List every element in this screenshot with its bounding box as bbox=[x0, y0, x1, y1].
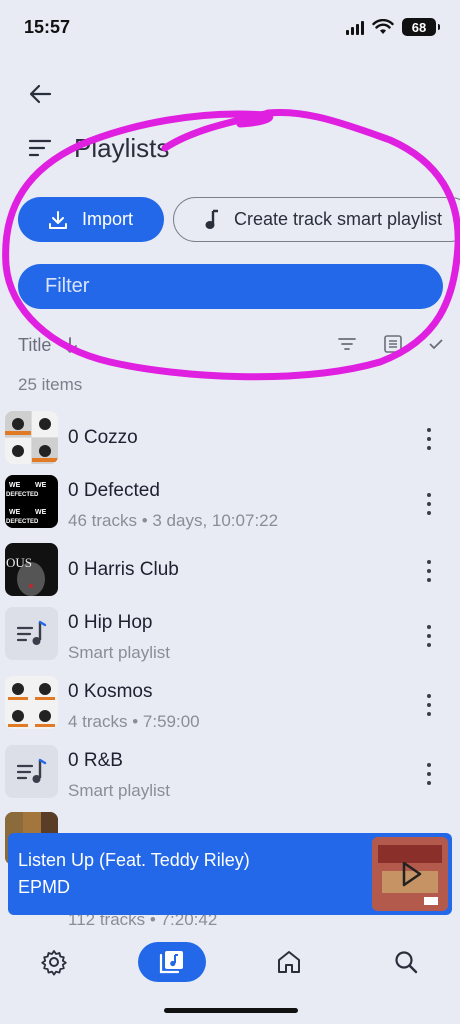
more-vert-icon[interactable] bbox=[422, 493, 436, 515]
filter-placeholder: Filter bbox=[45, 275, 90, 297]
gear-icon bbox=[41, 950, 67, 976]
list-item[interactable]: OUS 0 Harris Club bbox=[0, 542, 460, 598]
playlist-artwork bbox=[5, 411, 58, 464]
create-smart-playlist-button[interactable]: Create track smart playlist bbox=[173, 197, 460, 242]
import-button-label: Import bbox=[82, 209, 134, 229]
svg-text:WE: WE bbox=[35, 482, 47, 489]
playlist-subtitle: Smart playlist bbox=[68, 643, 171, 662]
now-playing-artist: EPMD bbox=[18, 877, 71, 897]
svg-text:WE: WE bbox=[9, 509, 21, 516]
list-view-icon[interactable] bbox=[383, 334, 403, 354]
back-arrow-icon[interactable] bbox=[26, 80, 54, 108]
download-icon bbox=[49, 210, 67, 229]
playlist-subtitle: 46 tracks • 3 days, 10:07:22 bbox=[68, 511, 279, 530]
more-vert-icon[interactable] bbox=[422, 625, 436, 647]
filter-input[interactable]: Filter bbox=[18, 264, 443, 309]
more-vert-icon[interactable] bbox=[422, 560, 436, 582]
smart-playlist-artwork bbox=[5, 607, 58, 660]
nav-settings[interactable] bbox=[20, 942, 88, 982]
search-icon bbox=[395, 951, 418, 974]
list-item[interactable]: 0 Kosmos 4 tracks • 7:59:00 bbox=[0, 674, 460, 732]
svg-text:DEFECTED: DEFECTED bbox=[6, 519, 39, 525]
playlist-artwork: WE WE DEFECTED WE WE DEFECTED bbox=[5, 475, 58, 528]
list-item[interactable]: WE WE DEFECTED WE WE DEFECTED 0 Defected… bbox=[0, 473, 460, 531]
signal-icon bbox=[346, 20, 364, 35]
playlist-title: 0 Harris Club bbox=[68, 559, 179, 580]
home-indicator bbox=[164, 1008, 298, 1013]
sort-label[interactable]: Title bbox=[18, 335, 51, 356]
playlist-title: 0 Hip Hop bbox=[68, 612, 153, 633]
battery-icon: 68 bbox=[402, 18, 440, 36]
more-vert-icon[interactable] bbox=[422, 694, 436, 716]
playlist-title: 0 R&B bbox=[68, 750, 123, 771]
sort-row: Title bbox=[18, 330, 443, 360]
list-item[interactable]: 0 R&B Smart playlist bbox=[0, 743, 460, 801]
import-button[interactable]: Import bbox=[18, 197, 164, 242]
library-music-icon bbox=[159, 951, 183, 974]
now-playing-title: Listen Up (Feat. Teddy Riley) bbox=[18, 850, 250, 870]
sort-arrow-icon[interactable] bbox=[61, 336, 79, 354]
svg-text:DEFECTED: DEFECTED bbox=[6, 492, 39, 498]
status-icons: 68 bbox=[346, 18, 440, 36]
playlist-subtitle: Smart playlist bbox=[68, 781, 171, 800]
home-icon bbox=[278, 951, 300, 973]
nav-search[interactable] bbox=[372, 942, 440, 982]
svg-text:WE: WE bbox=[35, 509, 47, 516]
page-title: Playlists bbox=[74, 133, 170, 163]
wifi-icon bbox=[372, 19, 394, 34]
more-vert-icon[interactable] bbox=[422, 428, 436, 450]
playlist-artwork bbox=[5, 676, 58, 729]
playlist-title: 0 Kosmos bbox=[68, 681, 153, 702]
filter-lines-icon[interactable] bbox=[337, 334, 357, 354]
list-item[interactable]: 0 Cozzo bbox=[0, 410, 460, 466]
svg-text:OUS: OUS bbox=[6, 555, 32, 570]
now-playing-artwork[interactable] bbox=[372, 837, 448, 911]
items-count: 25 items bbox=[18, 375, 83, 394]
mini-player[interactable]: Listen Up (Feat. Teddy Riley) EPMD bbox=[8, 833, 452, 915]
playlist-subtitle: 4 tracks • 7:59:00 bbox=[68, 712, 200, 731]
smart-playlist-artwork bbox=[5, 745, 58, 798]
smart-playlist-icon bbox=[16, 620, 46, 645]
smart-playlist-icon bbox=[16, 758, 46, 783]
playlist-title: 0 Defected bbox=[68, 480, 160, 501]
checklist-icon[interactable] bbox=[429, 334, 443, 354]
list-item[interactable]: 0 Hip Hop Smart playlist bbox=[0, 605, 460, 663]
nav-library[interactable] bbox=[138, 942, 206, 982]
nav-home[interactable] bbox=[255, 942, 323, 982]
svg-text:WE: WE bbox=[9, 482, 21, 489]
status-bar: 15:57 68 bbox=[0, 0, 460, 56]
playlist-title: 0 Cozzo bbox=[68, 427, 138, 448]
playlist-artwork: OUS bbox=[5, 543, 58, 596]
sort-tools bbox=[337, 334, 443, 354]
create-smart-playlist-label: Create track smart playlist bbox=[234, 209, 443, 229]
more-vert-icon[interactable] bbox=[422, 763, 436, 785]
status-time: 15:57 bbox=[24, 17, 71, 37]
music-note-icon bbox=[205, 209, 218, 229]
menu-icon[interactable] bbox=[28, 136, 54, 160]
bottom-nav bbox=[0, 930, 460, 994]
